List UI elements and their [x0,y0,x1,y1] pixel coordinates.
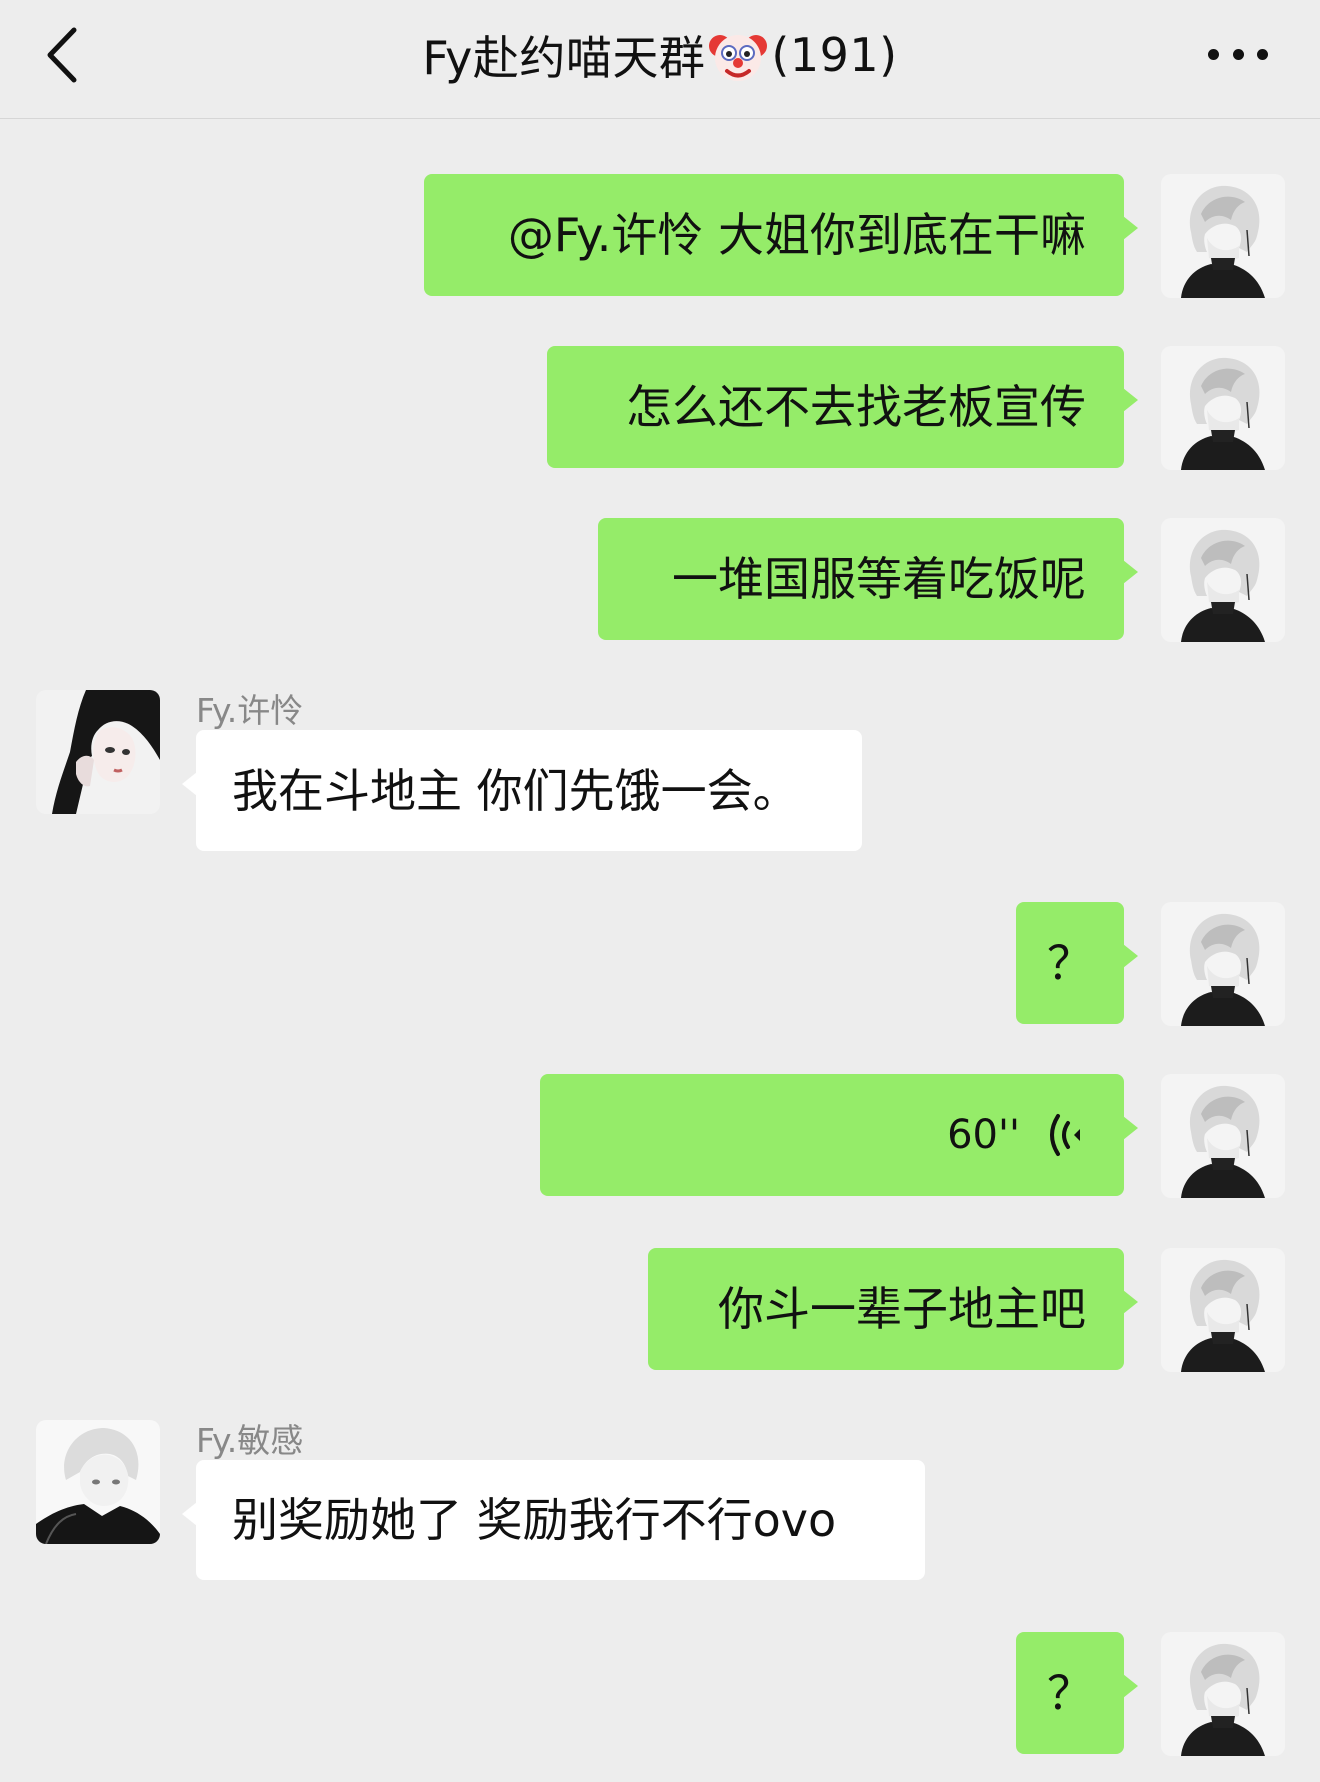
message-bubble[interactable]: 怎么还不去找老板宣传 [547,346,1138,468]
more-dots-icon [1257,48,1268,60]
white-hair-boy-avatar[interactable] [36,1420,160,1544]
girl-avatar[interactable] [36,690,160,814]
white-hair-avatar[interactable] [1161,1074,1285,1198]
sender-name: Fy.敏感 [196,1421,304,1460]
message-text: ？ [1047,936,1093,990]
message-text: 别奖励她了 奖励我行不行ovo [232,1493,837,1547]
message-bubble[interactable]: 你斗一辈子地主吧 [648,1248,1138,1370]
more-dots-icon [1208,48,1219,60]
clown-emoji-icon [709,35,768,81]
white-hair-avatar[interactable] [1161,902,1285,1026]
group-name: Fy赴约喵天群 [422,31,706,85]
white-hair-avatar[interactable] [1161,518,1285,642]
voice-wave-icon [1050,1114,1080,1156]
message-bubble[interactable]: 一堆国服等着吃饭呢 [598,518,1138,640]
chat-header: Fy赴约喵天群 (191) [0,0,1320,119]
white-hair-avatar[interactable] [1161,1248,1285,1372]
sender-name: Fy.许怜 [196,691,304,730]
message-bubble[interactable]: 别奖励她了 奖励我行不行ovo [182,1460,925,1580]
message-text: 你斗一辈子地主吧 [718,1282,1086,1336]
message-text: 怎么还不去找老板宣传 [626,380,1086,434]
message-text: ？ [1047,1666,1093,1720]
white-hair-avatar[interactable] [1161,174,1285,298]
more-button[interactable] [1208,36,1268,72]
message-bubble[interactable]: ？ [1016,1632,1138,1754]
message-text: 一堆国服等着吃饭呢 [672,552,1086,606]
message-bubble[interactable]: @Fy.许怜 大姐你到底在干嘛 [424,174,1138,296]
message-text: @Fy.许怜 大姐你到底在干嘛 [507,208,1086,262]
white-hair-avatar[interactable] [1161,1632,1285,1756]
member-count: (191) [771,28,898,82]
white-hair-avatar[interactable] [1161,346,1285,470]
more-dots-icon [1232,48,1244,60]
chat-title: Fy赴约喵天群 (191) [0,24,1320,86]
message-bubble[interactable]: ？ [1016,902,1138,1024]
voice-message-bubble[interactable]: 60'' [540,1074,1138,1196]
message-bubble[interactable]: 我在斗地主 你们先饿一会。 [182,730,862,851]
voice-duration: 60'' [947,1112,1020,1158]
message-text: 我在斗地主 你们先饿一会。 [232,763,799,818]
